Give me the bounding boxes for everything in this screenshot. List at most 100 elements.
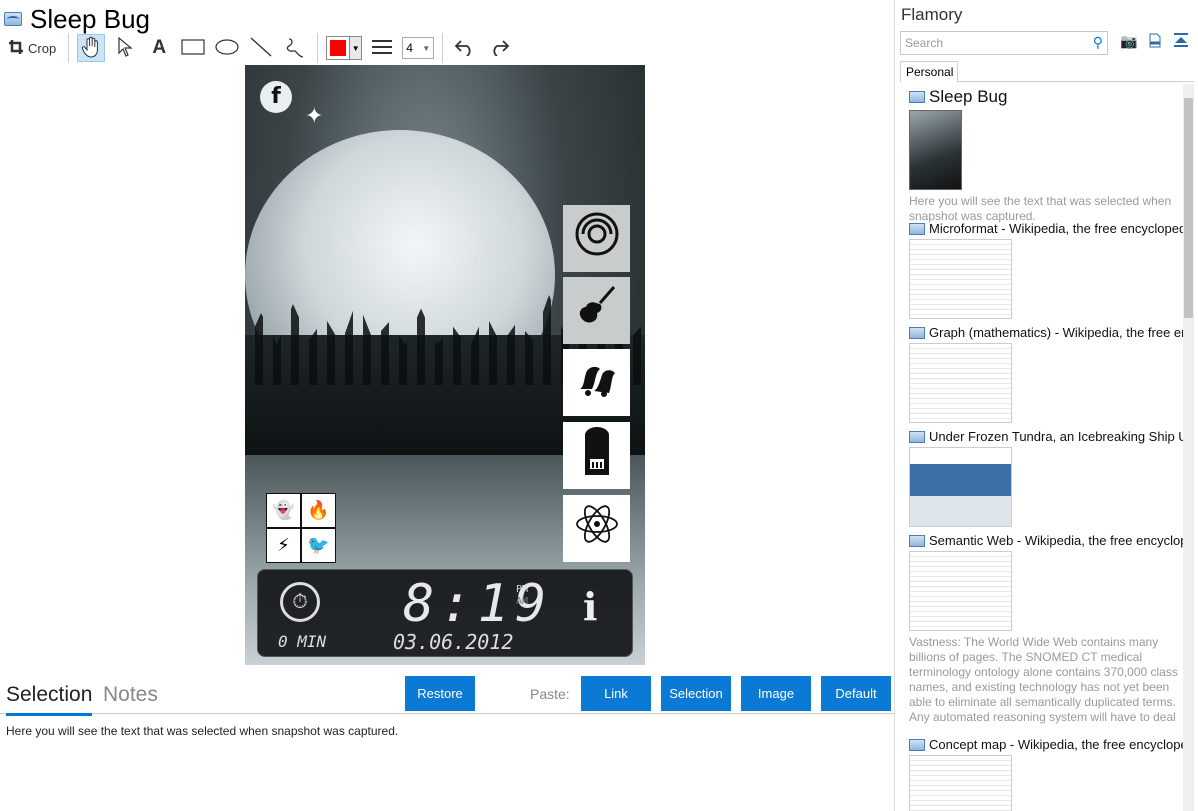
- timer-minutes: 0 MIN: [278, 632, 327, 651]
- list-item-title-row: Under Frozen Tundra, an Icebreaking Ship…: [909, 429, 1183, 444]
- undo-icon: [454, 38, 476, 59]
- line-weight-icon: [371, 38, 393, 59]
- snapshot-list: Sleep Bug Here you will see the text tha…: [896, 84, 1184, 811]
- paste-selection-button[interactable]: Selection: [661, 676, 731, 711]
- redo-button[interactable]: [485, 34, 513, 62]
- am-label: AM: [516, 596, 529, 607]
- lightning-icon: ⚡: [267, 529, 300, 562]
- camera-icon[interactable]: 📷: [1120, 33, 1137, 51]
- sidebar-scrollbar[interactable]: [1183, 84, 1194, 811]
- guitar-sound-button: [563, 277, 630, 344]
- pm-label: PM: [516, 584, 529, 595]
- ghost-icon: 👻: [267, 494, 300, 527]
- list-item-caption: Vastness: The World Wide Web contains ma…: [909, 635, 1178, 726]
- toolbar-divider: [317, 33, 319, 63]
- snapshot-icon: [4, 12, 22, 26]
- select-tool-button[interactable]: [111, 34, 139, 62]
- info-icon: i: [583, 584, 598, 629]
- toolbar-divider: [442, 33, 444, 63]
- freehand-pen-icon: [285, 36, 305, 61]
- list-item-title: Semantic Web - Wikipedia, the free encyc…: [929, 533, 1183, 548]
- rectangle-tool-button[interactable]: [179, 34, 207, 62]
- campfire-icon: 🔥: [302, 494, 335, 527]
- rectangle-icon: [181, 38, 205, 58]
- list-item-caption: Here you will see the text that was sele…: [909, 194, 1172, 223]
- line-tool-button[interactable]: [247, 34, 275, 62]
- redo-icon: [488, 38, 510, 59]
- clock-panel: ⏱ 8:19 PM AM i 0 MIN 03.06.2012: [257, 569, 633, 657]
- list-item-title-row: Microformat - Wikipedia, the free encycl…: [909, 221, 1183, 236]
- brand-title: Flamory: [901, 5, 963, 24]
- vortex-sound-button: [563, 205, 630, 272]
- list-item-thumbnail: [909, 239, 1012, 319]
- stroke-width-select[interactable]: 4 ▼: [402, 37, 435, 59]
- crop-label: Crop: [28, 40, 57, 56]
- list-item[interactable]: Microformat - Wikipedia, the free encycl…: [909, 221, 1183, 319]
- sparkle-star-icon: ✦: [305, 103, 324, 128]
- tab-selection[interactable]: Selection: [6, 683, 93, 716]
- list-item-title: Graph (mathematics) - Wikipedia, the fre…: [929, 325, 1183, 340]
- list-item-title-row: Concept map - Wikipedia, the free encycl…: [909, 737, 1183, 752]
- snapshot-icon: [909, 222, 925, 235]
- tab-personal[interactable]: Personal: [900, 61, 958, 82]
- list-item-title: Under Frozen Tundra, an Icebreaking Ship…: [929, 429, 1183, 444]
- crop-button[interactable]: Crop: [4, 34, 60, 62]
- ellipse-icon: [215, 38, 239, 58]
- list-item[interactable]: Graph (mathematics) - Wikipedia, the fre…: [909, 325, 1183, 423]
- page-title: Sleep Bug: [30, 4, 150, 34]
- grandfather-clock-icon: [582, 425, 612, 487]
- collapse-top-icon[interactable]: [1173, 33, 1189, 51]
- editor-pane: Sleep Bug Crop A ▼ 4 ▼ f ✦ 👻 🔥 ⚡ 🐦 ⏱ 8:1…: [0, 0, 895, 811]
- list-item-thumbnail: [909, 755, 1012, 811]
- list-item-thumbnail: [909, 447, 1012, 527]
- chevron-down-icon: ▼: [422, 43, 431, 53]
- restore-button[interactable]: Restore: [405, 676, 475, 711]
- undo-button[interactable]: [451, 34, 479, 62]
- list-item[interactable]: Under Frozen Tundra, an Icebreaking Ship…: [909, 429, 1183, 527]
- bells-icon: [574, 355, 620, 411]
- document-icon[interactable]: [1149, 33, 1161, 51]
- am-pm-indicator: PM AM: [516, 584, 528, 608]
- search-input[interactable]: Search ⚲: [900, 31, 1108, 55]
- stopwatch-icon: ⏱: [280, 582, 320, 622]
- list-item-title: Microformat - Wikipedia, the free encycl…: [929, 221, 1183, 236]
- freehand-tool-button[interactable]: [281, 34, 309, 62]
- snapshot-image[interactable]: f ✦ 👻 🔥 ⚡ 🐦 ⏱ 8:19 PM AM i 0 MIN 03.06.2…: [245, 65, 645, 665]
- list-item-thumbnail: [909, 110, 962, 190]
- flamory-sidebar: Flamory Search ⚲ 📷 Personal Sleep Bug He…: [896, 0, 1198, 811]
- tab-notes[interactable]: Notes: [103, 683, 158, 707]
- selection-text: Here you will see the text that was sele…: [6, 724, 399, 738]
- pan-tool-button[interactable]: [77, 34, 106, 62]
- stroke-width-value: 4: [406, 41, 413, 55]
- list-item-title-row: Semantic Web - Wikipedia, the free encyc…: [909, 533, 1183, 548]
- clock-tower-button: [563, 422, 630, 489]
- snapshot-icon: [909, 91, 925, 103]
- line-icon: [250, 36, 272, 60]
- list-item[interactable]: Concept map - Wikipedia, the free encycl…: [909, 737, 1183, 811]
- search-icon[interactable]: ⚲: [1093, 34, 1103, 51]
- facebook-icon: f: [260, 81, 292, 113]
- paste-default-button[interactable]: Default: [821, 676, 891, 711]
- atom-sound-button: [563, 495, 630, 562]
- line-weight-button[interactable]: [368, 34, 396, 62]
- color-picker[interactable]: ▼: [326, 36, 363, 60]
- list-item[interactable]: Semantic Web - Wikipedia, the free encyc…: [909, 533, 1183, 726]
- snapshot-icon: [909, 430, 925, 443]
- crop-icon: [8, 39, 24, 58]
- ellipse-tool-button[interactable]: [213, 34, 241, 62]
- paste-image-button[interactable]: Image: [741, 676, 811, 711]
- title-row: Sleep Bug: [4, 4, 150, 34]
- list-item-thumbnail: [909, 551, 1012, 631]
- text-tool-button[interactable]: A: [145, 34, 173, 62]
- scrollbar-thumb[interactable]: [1184, 98, 1193, 318]
- list-item[interactable]: Sleep Bug Here you will see the text tha…: [909, 87, 1183, 224]
- list-item-title: Sleep Bug: [929, 87, 1008, 106]
- snapshot-icon: [909, 534, 925, 547]
- annotation-toolbar: Crop A ▼ 4 ▼: [4, 33, 513, 63]
- list-item-title-row: Graph (mathematics) - Wikipedia, the fre…: [909, 325, 1183, 340]
- list-item-title: Concept map - Wikipedia, the free encycl…: [929, 737, 1183, 752]
- paste-link-button[interactable]: Link: [581, 676, 651, 711]
- hand-icon: [81, 36, 101, 61]
- vortex-icon: [574, 211, 620, 267]
- sidebar-toolbar: 📷: [1120, 33, 1189, 51]
